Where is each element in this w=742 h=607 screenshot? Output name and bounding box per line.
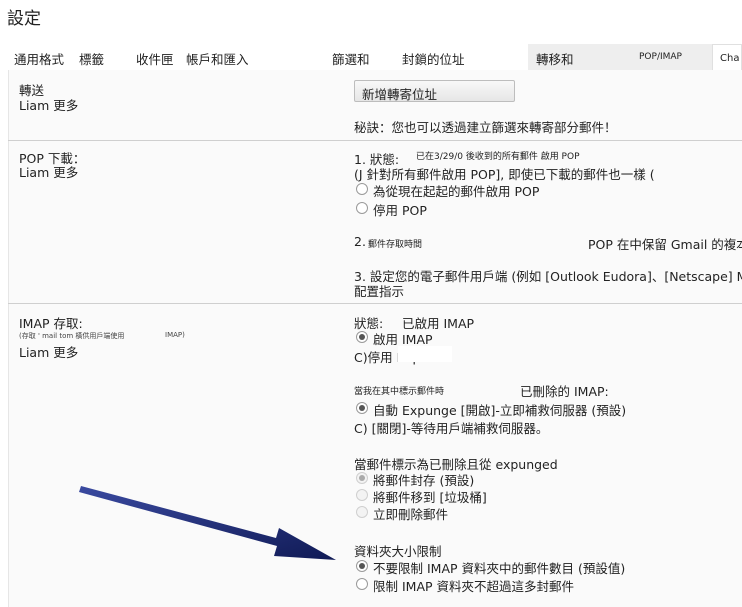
annotation-arrow-icon [79,486,336,560]
